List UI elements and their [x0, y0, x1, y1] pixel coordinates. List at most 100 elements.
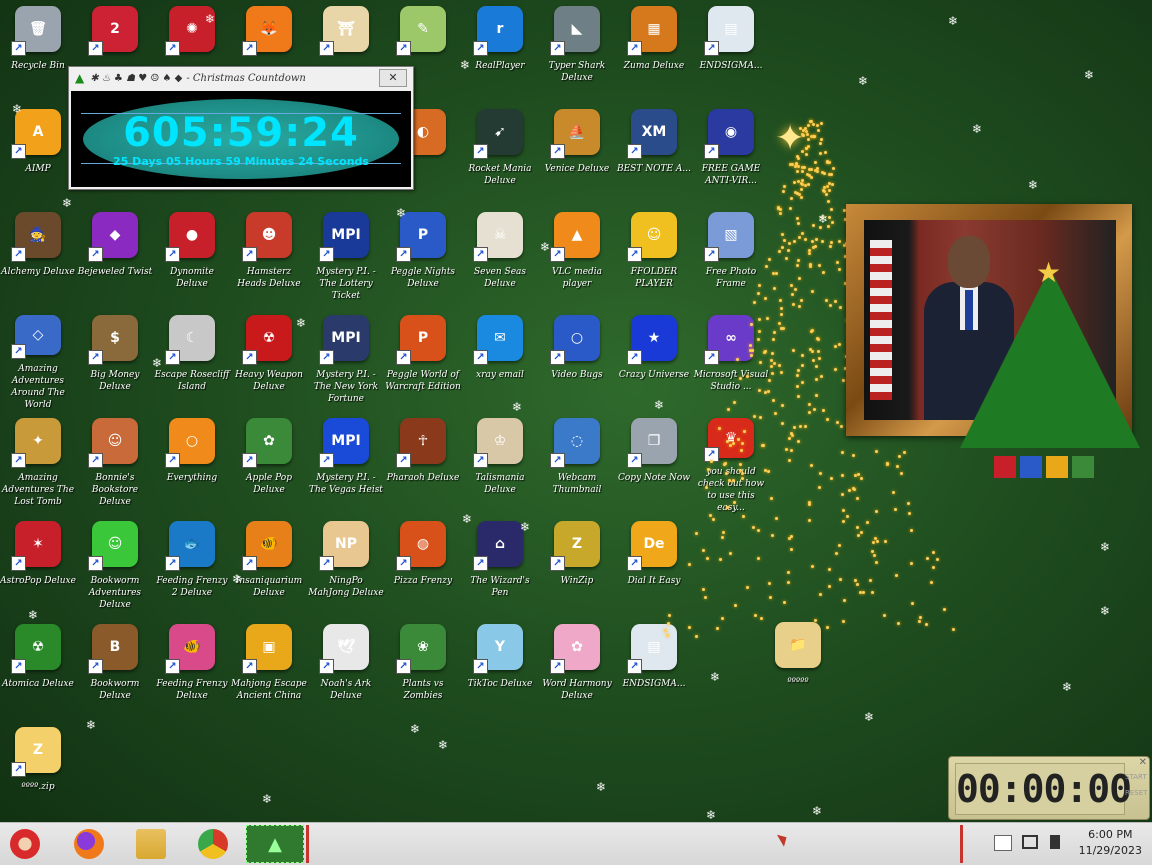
shortcut-arrow-icon: ↗: [627, 659, 642, 674]
clock[interactable]: 6:00 PM 11/29/2023: [1079, 827, 1142, 859]
desktop-shortcut[interactable]: B ↗ Bookworm Deluxe: [77, 620, 153, 720]
desktop-shortcut[interactable]: MPI ↗ Mystery P.I. - The Lottery Ticket: [308, 208, 384, 308]
shortcut-label: Noah's Ark Deluxe: [320, 679, 372, 701]
desktop-shortcut[interactable]: ☺ ↗ Bookworm Adventures Deluxe: [77, 517, 153, 617]
toolbar-symbols: ✱ ♨ ♣ ☗ ♥ ☺ ♠ ◆: [90, 72, 183, 84]
app-icon: MPI ↗: [319, 315, 369, 365]
snowflake-icon: ❄: [654, 398, 665, 412]
app-icon: ✿ ↗: [550, 624, 600, 674]
desktop-shortcut[interactable]: Y ↗ TikToc Deluxe: [462, 620, 538, 720]
desktop-shortcut[interactable]: ◌ ↗ Webcam Thumbnail: [539, 414, 615, 514]
shortcut-arrow-icon: ↗: [165, 350, 180, 365]
shortcut-label: Rocket Mania Deluxe: [468, 164, 532, 186]
desktop-shortcut[interactable]: ◍ ↗ Pizza Frenzy: [385, 517, 461, 617]
app-icon: ❀ ↗: [396, 624, 446, 674]
app-icon: ⛩ ↗: [319, 6, 369, 56]
desktop-shortcut[interactable]: P ↗ Peggle Nights Deluxe: [385, 208, 461, 308]
snowflake-icon: ❄: [1100, 540, 1111, 554]
desktop-shortcut[interactable]: r ↗ RealPlayer: [462, 2, 538, 102]
desktop-shortcut[interactable]: A ↗ AIMP: [0, 105, 76, 205]
snowflake-icon: ❄: [410, 722, 421, 736]
desktop-shortcut[interactable]: ○ ↗ Video Bugs: [539, 311, 615, 411]
countdown-window[interactable]: ▲ ✱ ♨ ♣ ☗ ♥ ☺ ♠ ◆ - Christmas Countdown …: [68, 66, 414, 190]
desktop-shortcut[interactable]: ● ↗ Dynomite Deluxe: [154, 208, 230, 308]
volume-icon[interactable]: [1050, 835, 1060, 849]
desktop-shortcut[interactable]: ☠ ↗ Seven Seas Deluxe: [462, 208, 538, 308]
desktop-shortcut[interactable]: ◇ ↗ Amazing Adventures Around The World: [0, 311, 76, 411]
desktop-shortcut[interactable]: ☺ ↗ Bonnie's Bookstore Deluxe: [77, 414, 153, 514]
desktop-shortcut[interactable]: ▲ ↗ VLC media player: [539, 208, 615, 308]
desktop-shortcut[interactable]: ➹ ↗ Rocket Mania Deluxe: [462, 105, 538, 205]
shortcut-label: Peggle Nights Deluxe: [390, 267, 456, 289]
desktop-shortcut[interactable]: MPI ↗ Mystery P.I. - The New York Fortune: [308, 311, 384, 411]
app-icon: ☢ ↗: [242, 315, 292, 365]
explorer-taskbar-button[interactable]: [132, 825, 170, 863]
firefox-taskbar-button[interactable]: [70, 825, 108, 863]
desktop-shortcut[interactable]: MPI ↗ Mystery P.I. - The Vegas Heist: [308, 414, 384, 514]
desktop-shortcut[interactable]: ○ ↗ Everything: [154, 414, 230, 514]
chrome-taskbar-button[interactable]: [194, 825, 232, 863]
flag-icon[interactable]: [994, 835, 1012, 851]
desktop-shortcut[interactable]: ◆ ↗ Bejeweled Twist: [77, 208, 153, 308]
desktop-shortcut[interactable]: ☥ ↗ Pharaoh Deluxe: [385, 414, 461, 514]
desktop-shortcut[interactable]: Z ↗ ºººº.zip: [0, 723, 76, 823]
app-icon: ☠ ↗: [473, 212, 523, 262]
app-icon: ⛵ ↗: [550, 109, 600, 159]
desktop-shortcut[interactable]: ⛵ ↗ Venice Deluxe: [539, 105, 615, 205]
desktop-shortcut[interactable]: ▦ ↗ Zuma Deluxe: [616, 2, 692, 102]
countdown-taskbar-button[interactable]: ▲: [246, 825, 304, 863]
stopwatch-widget[interactable]: 00:00:00 START RESET ✕: [948, 756, 1150, 820]
shortcut-arrow-icon: ↗: [11, 144, 26, 159]
snowflake-icon: ❄: [948, 14, 959, 28]
desktop-shortcut[interactable]: Z ↗ WinZip: [539, 517, 615, 617]
desktop-shortcut[interactable]: ✦ ↗ Amazing Adventures The Lost Tomb: [0, 414, 76, 514]
app-icon: 🐠 ↗: [165, 624, 215, 674]
desktop-shortcut[interactable]: ♔ ↗ Talismania Deluxe: [462, 414, 538, 514]
shortcut-arrow-icon: ↗: [627, 144, 642, 159]
desktop-shortcut[interactable]: ▣ ↗ Mahjong Escape Ancient China: [231, 620, 307, 720]
reset-button[interactable]: RESET: [1125, 789, 1147, 797]
desktop-shortcut[interactable]: ✿ ↗ Apple Pop Deluxe: [231, 414, 307, 514]
snowflake-icon: ❄: [296, 316, 307, 330]
desktop-shortcut[interactable]: P ↗ Peggle World of Warcraft Edition: [385, 311, 461, 411]
app-icon: ✶ ↗: [11, 521, 61, 571]
snowflake-icon: ❄: [1062, 680, 1073, 694]
shortcut-label: WinZip: [560, 576, 594, 586]
desktop-shortcut[interactable]: ☾ ↗ Escape Rosecliff Island: [154, 311, 230, 411]
desktop-shortcut[interactable]: ◣ ↗ Typer Shark Deluxe: [539, 2, 615, 102]
shortcut-label: ºººº.zip: [21, 782, 55, 792]
desktop-shortcut[interactable]: 🐟 ↗ Feeding Frenzy 2 Deluxe: [154, 517, 230, 617]
desktop-shortcut[interactable]: 🗑 ↗ Recycle Bin: [0, 2, 76, 102]
app-icon: ◍ ↗: [396, 521, 446, 571]
shortcut-arrow-icon: ↗: [165, 556, 180, 571]
desktop-shortcut[interactable]: ✿ ↗ Word Harmony Deluxe: [539, 620, 615, 720]
desktop-shortcut[interactable]: 🐠 ↗ Feeding Frenzy Deluxe: [154, 620, 230, 720]
desktop-shortcut[interactable]: $ ↗ Big Money Deluxe: [77, 311, 153, 411]
desktop-shortcut[interactable]: ☻ ↗ Hamsterz Heads Deluxe: [231, 208, 307, 308]
santa-app-button[interactable]: [6, 825, 44, 863]
app-icon: 2 ↗: [88, 6, 138, 56]
desktop-shortcut[interactable]: ☢ ↗ Atomica Deluxe: [0, 620, 76, 720]
snowflake-icon: ❄: [438, 738, 449, 752]
snowflake-icon: ❄: [818, 212, 829, 226]
shortcut-arrow-icon: ↗: [242, 41, 257, 56]
desktop-shortcut[interactable]: ✶ ↗ AstroPop Deluxe: [0, 517, 76, 617]
network-icon[interactable]: [1022, 835, 1038, 849]
desktop-shortcut[interactable]: ▤ ↗ ENDSIGMA...: [693, 2, 769, 102]
shortcut-label: Everything: [166, 473, 218, 483]
desktop-shortcut[interactable]: 🕊 ↗ Noah's Ark Deluxe: [308, 620, 384, 720]
close-button[interactable]: ✕: [379, 69, 407, 87]
shortcut-arrow-icon: ↗: [88, 659, 103, 674]
shortcut-label: Feeding Frenzy 2 Deluxe: [156, 576, 228, 598]
desktop-shortcut[interactable]: 🐠 ↗ Insaniquarium Deluxe: [231, 517, 307, 617]
countdown-titlebar[interactable]: ▲ ✱ ♨ ♣ ☗ ♥ ☺ ♠ ◆ - Christmas Countdown …: [69, 67, 413, 89]
shortcut-arrow-icon: ↗: [11, 453, 26, 468]
desktop-shortcut[interactable]: NP ↗ NingPo MahJong Deluxe: [308, 517, 384, 617]
desktop-shortcut[interactable]: 🧙 ↗ Alchemy Deluxe: [0, 208, 76, 308]
start-button[interactable]: START: [1125, 773, 1147, 781]
stopwatch-close-button[interactable]: ✕: [1139, 757, 1147, 768]
snowflake-icon: ❄: [28, 608, 39, 622]
desktop-shortcut[interactable]: ❀ ↗ Plants vs Zombies: [385, 620, 461, 720]
desktop-shortcut[interactable]: ✉ ↗ xray email: [462, 311, 538, 411]
shortcut-arrow-icon: ↗: [11, 344, 26, 359]
